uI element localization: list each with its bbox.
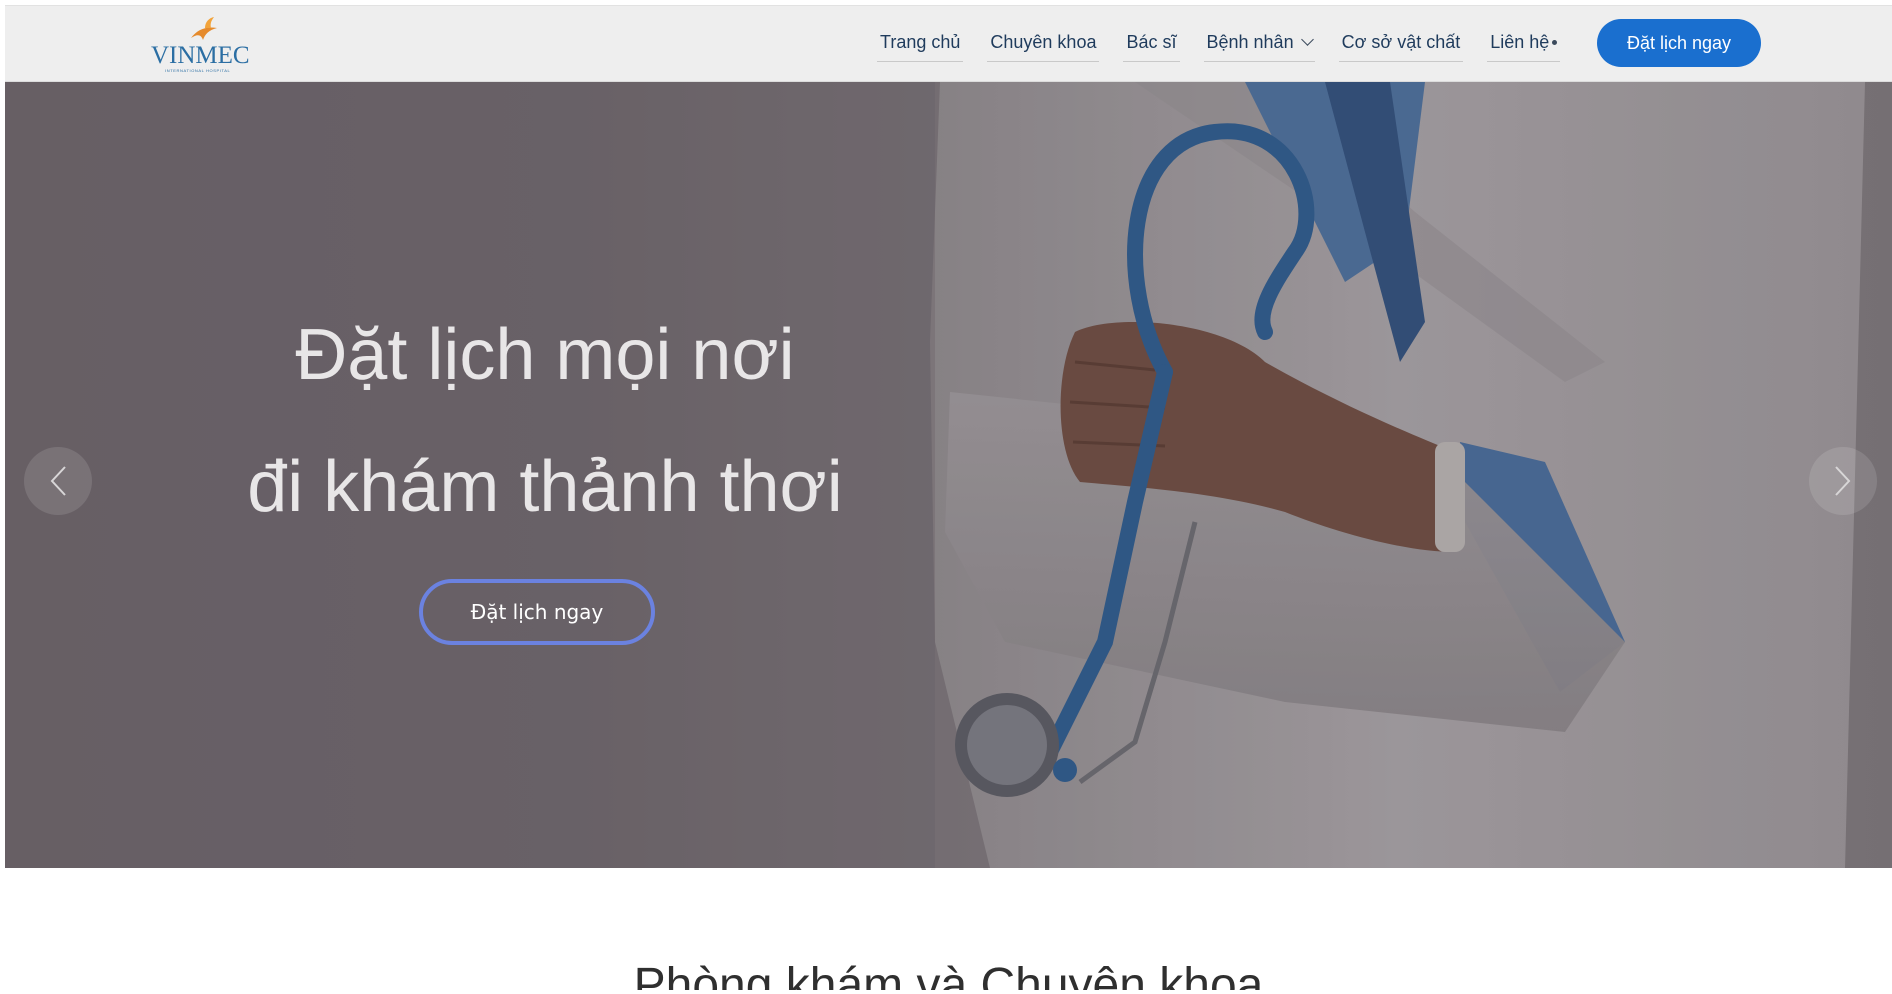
nav-item-label: Bác sĩ [1126, 31, 1177, 52]
nav-item-doctors[interactable]: Bác sĩ [1123, 26, 1180, 62]
carousel-prev-button[interactable] [24, 447, 92, 515]
nav-item-label: Bệnh nhân [1206, 31, 1294, 52]
nav-item-label: Trang chủ [880, 31, 961, 52]
logo-wordmark: VINMEC [151, 42, 250, 69]
logo-subtitle: International Hospital [165, 68, 231, 73]
nav-item-label: Liên hệ [1490, 31, 1550, 52]
nav-item-facilities[interactable]: Cơ sở vật chất [1338, 26, 1464, 62]
chevron-left-icon [50, 466, 66, 496]
nav-item-contact[interactable]: Liên hệ [1487, 26, 1561, 62]
hero-title-line1: Đặt lịch mọi nơi [295, 315, 795, 395]
site-header: VINMEC International Hospital Trang chủ … [5, 6, 1892, 82]
nav-item-specialties[interactable]: Chuyên khoa [987, 26, 1100, 62]
page: VINMEC International Hospital Trang chủ … [5, 5, 1892, 990]
book-now-button[interactable]: Đặt lịch ngay [1597, 19, 1761, 67]
dot-icon [1552, 39, 1558, 45]
hero-carousel: Đặt lịch mọi nơi đi khám thảnh thơi Đặt … [5, 82, 1892, 868]
vinmec-logo[interactable]: VINMEC International Hospital [147, 16, 250, 74]
chevron-right-icon [1835, 466, 1851, 496]
nav-item-home[interactable]: Trang chủ [877, 26, 964, 62]
chevron-down-icon [1300, 33, 1314, 46]
hero-book-now-button[interactable]: Đặt lịch ngay [419, 579, 655, 645]
nav-item-label: Chuyên khoa [990, 31, 1097, 52]
hero-title-line2: đi khám thảnh thơi [247, 447, 843, 527]
section-title: Phòng khám và Chuyên khoa [633, 959, 1264, 991]
main-nav: Trang chủ Chuyên khoa Bác sĩ Bệnh nhân C… [877, 6, 1584, 81]
bird-logo-icon [191, 17, 217, 40]
nav-item-label: Cơ sở vật chất [1341, 31, 1461, 52]
carousel-next-button[interactable] [1809, 447, 1877, 515]
nav-item-patients[interactable]: Bệnh nhân [1203, 26, 1315, 62]
